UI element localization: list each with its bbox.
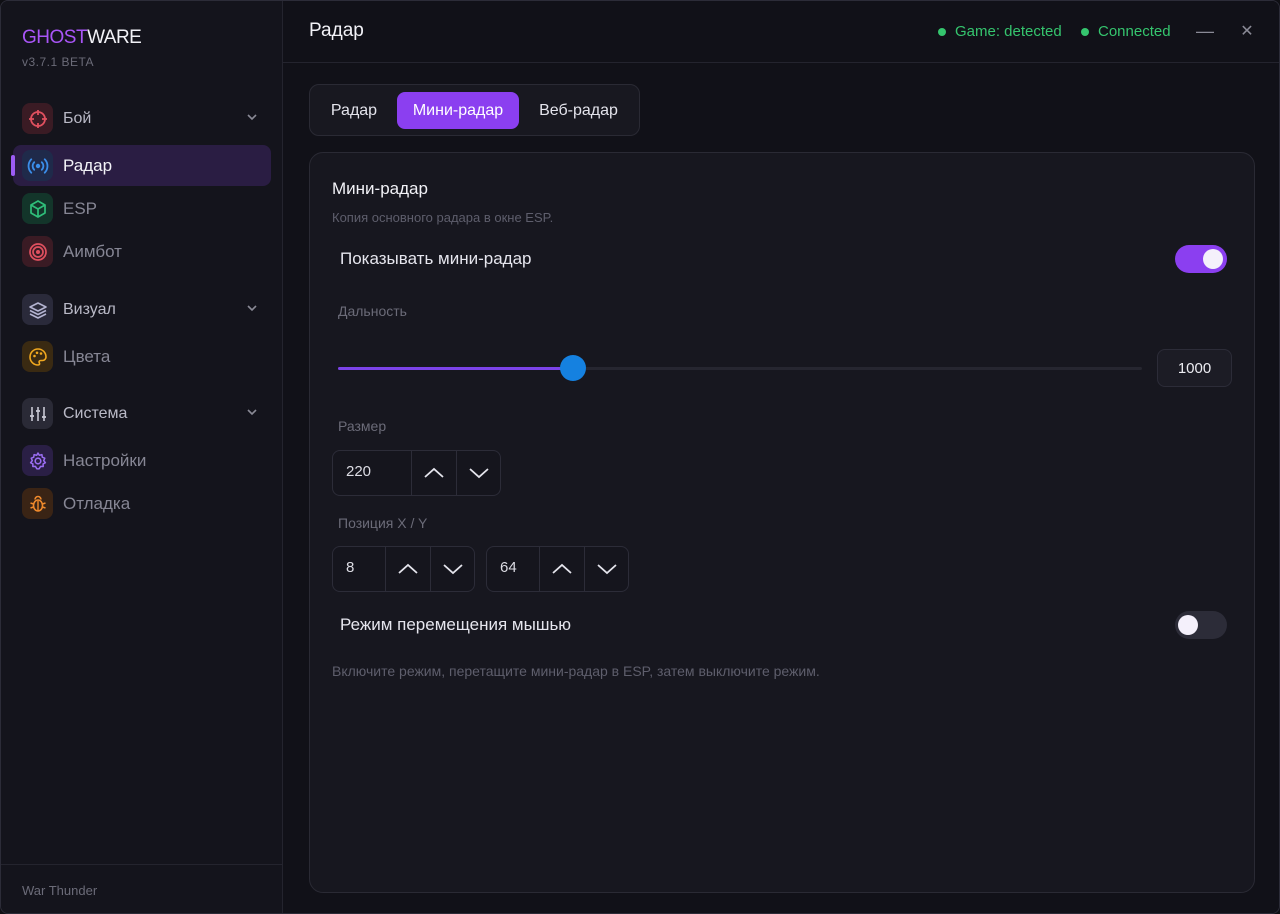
position-x-decrement-button[interactable] <box>430 547 474 591</box>
title-bar: Радар Game: detected Connected — ✕ <box>283 1 1279 63</box>
chevron-up-icon <box>424 467 444 478</box>
sidebar-group-label: Бой <box>63 109 92 127</box>
main-panel: Радар Game: detected Connected — ✕ Радар… <box>283 1 1279 913</box>
chevron-down-icon <box>247 409 257 416</box>
close-button[interactable]: ✕ <box>1235 19 1259 43</box>
sliders-icon <box>22 398 53 429</box>
sidebar-item-label: ESP <box>63 198 98 218</box>
size-decrement-button[interactable] <box>456 451 500 495</box>
tab-web-radar[interactable]: Веб-радар <box>525 92 632 129</box>
position-y-decrement-button[interactable] <box>584 547 628 591</box>
range-label: Дальность <box>338 303 407 319</box>
toggle-knob <box>1178 615 1198 635</box>
mini-radar-card: Мини-радар Копия основного радара в окне… <box>309 152 1255 893</box>
position-label: Позиция X / Y <box>338 515 428 531</box>
chevron-up-icon <box>552 563 572 574</box>
connection-status: Connected <box>1081 23 1171 40</box>
brand-ware: WARE <box>87 27 142 48</box>
mouse-move-mode-label: Режим перемещения мышью <box>340 615 572 634</box>
chevron-down-icon <box>247 114 257 121</box>
tab-mini-radar[interactable]: Мини-радар <box>397 92 519 129</box>
status-dot-icon <box>1081 27 1089 36</box>
sidebar-item-settings[interactable]: Настройки <box>13 440 271 481</box>
status-dot-icon <box>938 27 946 36</box>
radar-icon <box>22 150 53 181</box>
chevron-down-icon <box>468 468 489 479</box>
crosshair-icon <box>22 103 53 134</box>
chevron-down-icon <box>247 305 257 312</box>
size-label: Размер <box>338 418 387 434</box>
sidebar-item-label: Отладка <box>63 493 131 513</box>
sidebar-group-label: Система <box>63 404 128 422</box>
position-y-value[interactable]: 64 <box>487 547 540 591</box>
game-name-footer: War Thunder <box>1 864 283 913</box>
range-value-input[interactable]: 1000 <box>1157 349 1232 387</box>
size-stepper[interactable]: 220 <box>332 450 501 496</box>
sidebar-item-label: Радар <box>63 155 113 175</box>
game-status: Game: detected <box>938 23 1062 40</box>
sidebar-group-label: Визуал <box>63 300 116 318</box>
minimize-button[interactable]: — <box>1193 19 1217 43</box>
palette-icon <box>22 341 53 372</box>
sidebar-group-visual[interactable]: Визуал <box>13 289 271 330</box>
show-mini-radar-toggle[interactable] <box>1175 245 1227 273</box>
position-x-stepper[interactable]: 8 <box>332 546 475 592</box>
sidebar-group-combat[interactable]: Бой <box>13 98 271 139</box>
sidebar-item-aimbot[interactable]: Аимбот <box>13 231 271 272</box>
bug-icon <box>22 488 53 519</box>
active-indicator <box>11 155 15 176</box>
cube-icon <box>22 193 53 224</box>
tab-radar[interactable]: Радар <box>317 92 391 129</box>
chevron-down-icon <box>596 564 617 575</box>
card-subtitle: Копия основного радара в окне ESP. <box>332 210 554 225</box>
layers-icon <box>22 294 53 325</box>
sidebar-item-colors[interactable]: Цвета <box>13 336 271 377</box>
version-label: v3.7.1 BETA <box>22 55 94 69</box>
position-x-increment-button[interactable] <box>386 547 430 591</box>
sidebar-item-esp[interactable]: ESP <box>13 188 271 229</box>
page-title: Радар <box>309 20 364 41</box>
size-increment-button[interactable] <box>412 451 456 495</box>
sidebar: GHOSTWARE v3.7.1 BETA Бой Радар ESP Аимб… <box>1 1 283 913</box>
sidebar-item-radar[interactable]: Радар <box>11 145 271 186</box>
sidebar-item-label: Аимбот <box>63 241 122 261</box>
position-x-value[interactable]: 8 <box>333 547 386 591</box>
chevron-down-icon <box>442 564 463 575</box>
sidebar-item-label: Цвета <box>63 346 111 366</box>
tab-bar: Радар Мини-радар Веб-радар <box>309 84 640 136</box>
gear-icon <box>22 445 53 476</box>
app-window: GHOSTWARE v3.7.1 BETA Бой Радар ESP Аимб… <box>0 0 1280 914</box>
connection-status-text: Connected <box>1098 23 1171 40</box>
mouse-move-mode-toggle[interactable] <box>1175 611 1227 639</box>
range-slider[interactable] <box>338 355 1142 381</box>
target-icon <box>22 236 53 267</box>
range-slider-fill <box>338 367 573 370</box>
position-y-stepper[interactable]: 64 <box>486 546 629 592</box>
mouse-mode-hint: Включите режим, перетащите мини-радар в … <box>332 663 820 679</box>
sidebar-group-system[interactable]: Система <box>13 393 271 434</box>
size-value[interactable]: 220 <box>333 451 412 495</box>
brand-ghost: GHOST <box>22 27 88 48</box>
sidebar-item-debug[interactable]: Отладка <box>13 483 271 524</box>
sidebar-item-label: Настройки <box>63 450 147 470</box>
range-slider-thumb[interactable] <box>559 355 586 381</box>
position-y-increment-button[interactable] <box>540 547 584 591</box>
card-title: Мини-радар <box>332 179 428 198</box>
brand-logo: GHOSTWARE <box>22 27 142 49</box>
chevron-up-icon <box>398 563 418 574</box>
show-mini-radar-label: Показывать мини-радар <box>340 249 532 268</box>
game-status-text: Game: detected <box>955 23 1062 40</box>
toggle-knob <box>1203 249 1223 269</box>
